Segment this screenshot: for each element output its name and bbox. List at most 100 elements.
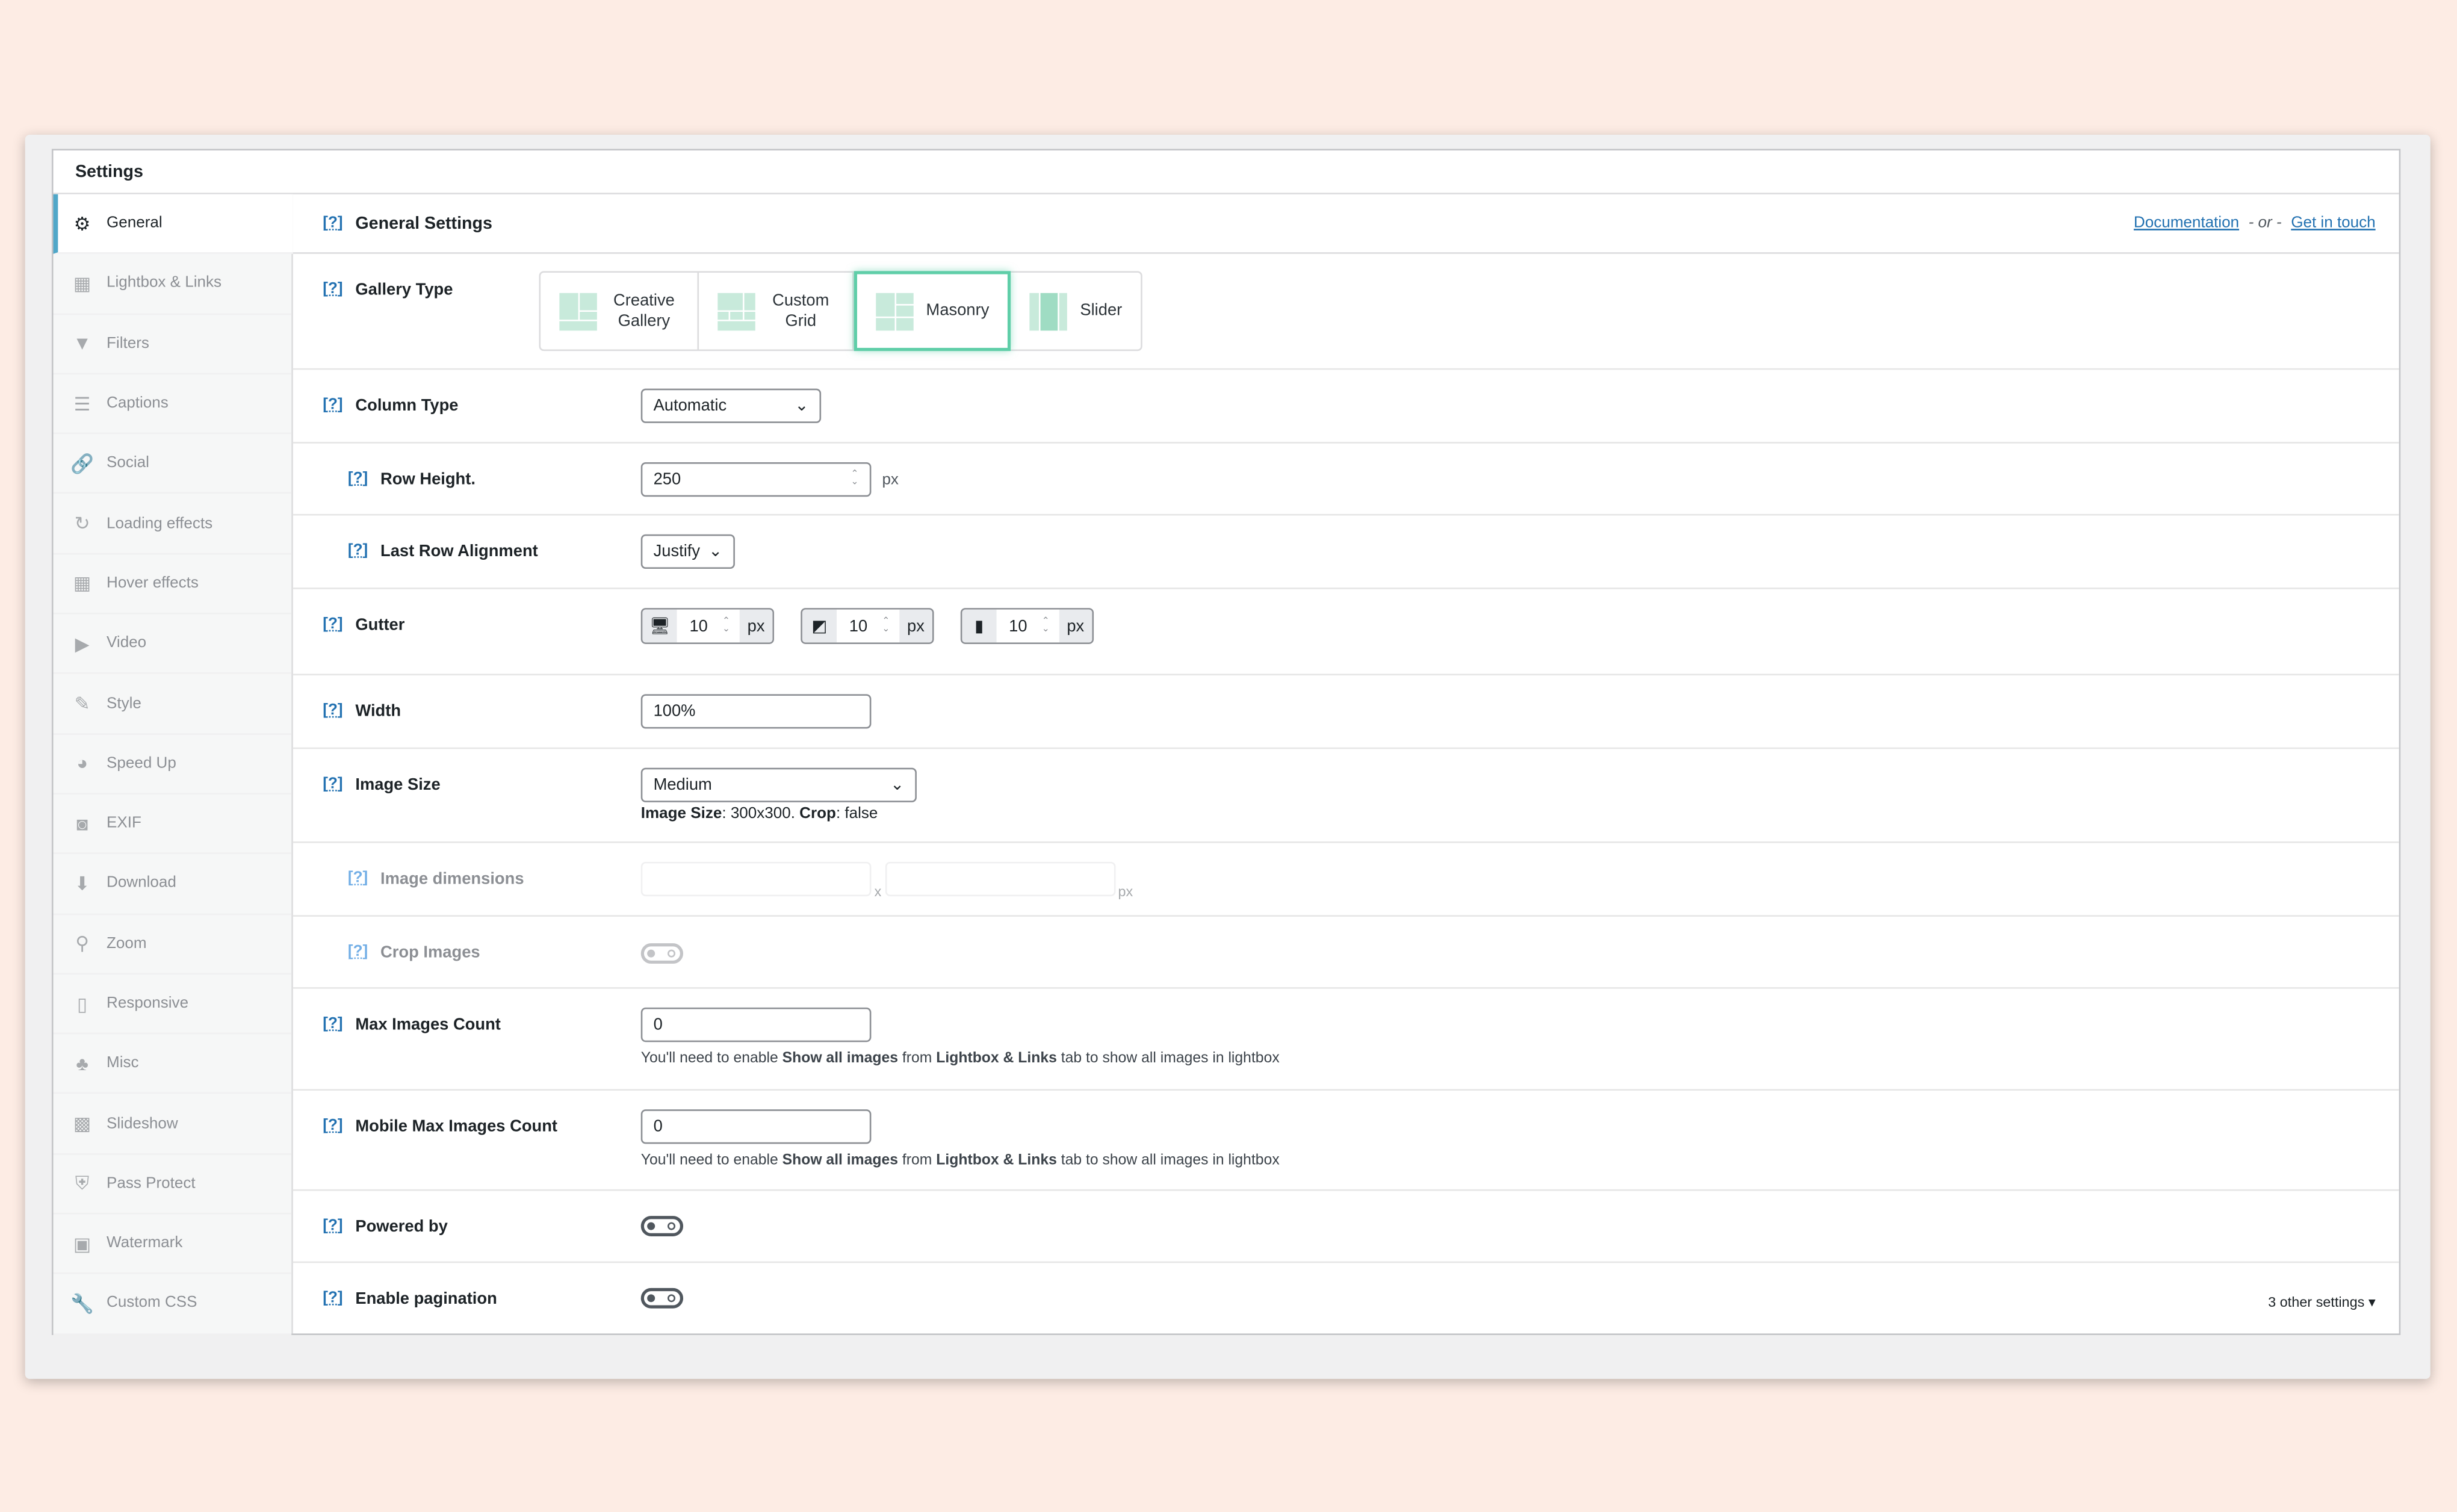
help-link[interactable]: [?] bbox=[323, 1218, 342, 1236]
option-label: Custom Grid bbox=[772, 290, 829, 330]
gutter-desktop-input[interactable]: 10 ⌃ ⌄ bbox=[677, 609, 740, 643]
help-link[interactable]: [?] bbox=[323, 280, 342, 299]
header-links: Documentation - or - Get in touch bbox=[2134, 215, 2376, 232]
pagination-toggle[interactable] bbox=[640, 1287, 684, 1309]
shield-icon: ⛨ bbox=[75, 1171, 90, 1194]
other-settings-toggle[interactable]: 3 other settings ▾ bbox=[2268, 1294, 2375, 1312]
sidebar-item-video[interactable]: ▶ Video bbox=[53, 615, 292, 675]
wrench-icon: 🔧 bbox=[70, 1292, 94, 1315]
row-crop-images: [?] Crop Images bbox=[293, 917, 2399, 989]
sidebar-item-label: Style bbox=[107, 695, 141, 713]
image-width-input[interactable] bbox=[640, 861, 872, 897]
select-value: Justify bbox=[653, 542, 701, 561]
gutter-tablet-input[interactable]: 10 ⌃ ⌄ bbox=[836, 609, 900, 643]
crop-images-toggle[interactable] bbox=[640, 943, 684, 964]
field-label: Mobile Max Images Count bbox=[355, 1117, 558, 1136]
help-link[interactable]: [?] bbox=[348, 470, 368, 489]
sidebar-item-style[interactable]: ✎ Style bbox=[53, 674, 292, 735]
sidebar-item-download[interactable]: ⬇ Download bbox=[53, 854, 292, 915]
sidebar-item-slideshow[interactable]: ▩ Slideshow bbox=[53, 1094, 292, 1154]
input-value: 250 bbox=[653, 469, 681, 489]
help-link[interactable]: [?] bbox=[348, 870, 368, 888]
captions-icon: ☰ bbox=[73, 392, 91, 415]
help-link[interactable]: [?] bbox=[348, 542, 368, 561]
unit-label: px bbox=[899, 609, 932, 643]
last-row-select[interactable]: Justify ⌄ bbox=[640, 534, 735, 569]
help-link[interactable]: [?] bbox=[323, 1117, 342, 1136]
sidebar-item-loading-effects[interactable]: ↻ Loading effects bbox=[53, 494, 292, 554]
max-images-input[interactable]: 0 bbox=[640, 1007, 872, 1043]
sidebar-item-label: General bbox=[107, 215, 163, 232]
row-mobile-max-images: [?] Mobile Max Images Count 0 You'll need… bbox=[293, 1091, 2399, 1191]
sidebar-item-social[interactable]: 🔗 Social bbox=[53, 435, 292, 495]
sidebar-item-responsive[interactable]: ▯ Responsive bbox=[53, 974, 292, 1035]
option-label: Creative Gallery bbox=[613, 290, 675, 330]
gallery-option-creative[interactable]: Creative Gallery bbox=[541, 272, 699, 350]
gallery-option-custom-grid[interactable]: Custom Grid bbox=[699, 272, 854, 350]
sidebar-item-label: Custom CSS bbox=[107, 1295, 197, 1313]
help-link[interactable]: [?] bbox=[323, 616, 342, 634]
settings-panel: Settings ⚙ General ▦ Lightbox & Links ▼ Filte… bbox=[51, 149, 2401, 1336]
download-icon: ⬇ bbox=[74, 872, 90, 895]
gallery-option-masonry[interactable]: Masonry bbox=[854, 271, 1011, 352]
image-height-input[interactable] bbox=[884, 861, 1115, 897]
spinner-icon[interactable]: ⌃ ⌄ bbox=[851, 470, 859, 488]
row-width: [?] Width 100% bbox=[293, 675, 2399, 749]
row-height-input[interactable]: 250 ⌃ ⌄ bbox=[640, 462, 872, 497]
help-link[interactable]: [?] bbox=[348, 943, 368, 962]
chevron-down-icon: ⌄ bbox=[795, 396, 809, 415]
documentation-link[interactable]: Documentation bbox=[2134, 215, 2239, 232]
sidebar-item-lightbox-links[interactable]: ▦ Lightbox & Links bbox=[53, 255, 292, 315]
sidebar-item-label: Slideshow bbox=[107, 1115, 178, 1133]
powered-by-toggle[interactable] bbox=[640, 1216, 684, 1237]
tablet-icon: ◩ bbox=[802, 609, 837, 643]
sidebar-item-label: Download bbox=[107, 875, 176, 893]
field-label: Image Size bbox=[355, 775, 441, 795]
sidebar-item-watermark[interactable]: ▣ Watermark bbox=[53, 1215, 292, 1275]
get-in-touch-link[interactable]: Get in touch bbox=[2291, 215, 2375, 232]
help-link[interactable]: [?] bbox=[323, 215, 342, 232]
slider-icon bbox=[1030, 292, 1068, 330]
image-size-select[interactable]: Medium ⌄ bbox=[640, 767, 917, 802]
gutter-mobile-input[interactable]: 10 ⌃ ⌄ bbox=[996, 609, 1059, 643]
row-last-row-alignment: [?] Last Row Alignment Justify ⌄ bbox=[293, 515, 2399, 589]
gutter-mobile: ▮ 10 ⌃ ⌄ px bbox=[960, 608, 1094, 644]
row-powered-by: [?] Powered by bbox=[293, 1191, 2399, 1263]
sidebar-item-exif[interactable]: ◙ EXIF bbox=[53, 795, 292, 855]
help-link[interactable]: [?] bbox=[323, 1290, 342, 1309]
field-label: Column Type bbox=[355, 396, 459, 415]
field-label: Max Images Count bbox=[355, 1015, 501, 1035]
main-content: [?] General Settings Documentation - or -… bbox=[293, 194, 2399, 1334]
panel-title: Settings bbox=[53, 150, 2399, 194]
custom-grid-icon bbox=[717, 292, 755, 330]
sidebar-item-misc[interactable]: ♣ Misc bbox=[53, 1035, 292, 1095]
sidebar-item-speed-up[interactable]: ◕ Speed Up bbox=[53, 734, 292, 795]
gallery-option-slider[interactable]: Slider bbox=[1011, 273, 1141, 350]
sidebar-item-custom-css[interactable]: 🔧 Custom CSS bbox=[53, 1274, 292, 1335]
sidebar-item-label: Video bbox=[107, 634, 147, 652]
select-value: Automatic bbox=[653, 396, 727, 415]
field-label: Enable pagination bbox=[355, 1289, 497, 1309]
sidebar-item-captions[interactable]: ☰ Captions bbox=[53, 374, 292, 435]
search-icon: ⚲ bbox=[75, 932, 90, 955]
sidebar-item-zoom[interactable]: ⚲ Zoom bbox=[53, 914, 292, 974]
help-link[interactable]: [?] bbox=[323, 397, 342, 415]
width-input[interactable]: 100% bbox=[640, 694, 872, 729]
help-link[interactable]: [?] bbox=[323, 1015, 342, 1034]
option-label: Slider bbox=[1080, 300, 1123, 320]
sidebar-item-pass-protect[interactable]: ⛨ Pass Protect bbox=[53, 1154, 292, 1215]
sidebar-item-filters[interactable]: ▼ Filters bbox=[53, 314, 292, 374]
option-label: Masonry bbox=[926, 300, 990, 320]
sidebar-item-general[interactable]: ⚙ General bbox=[53, 194, 293, 255]
help-link[interactable]: [?] bbox=[323, 776, 342, 795]
mobile-max-images-input[interactable]: 0 bbox=[640, 1109, 872, 1144]
help-link[interactable]: [?] bbox=[323, 702, 342, 720]
creative-gallery-icon bbox=[559, 292, 597, 330]
row-gallery-type: [?] Gallery Type Creative Gallery Custom … bbox=[293, 254, 2399, 370]
column-type-select[interactable]: Automatic ⌄ bbox=[640, 388, 822, 423]
row-max-images: [?] Max Images Count 0 You'll need to ena… bbox=[293, 989, 2399, 1091]
sidebar-item-label: Speed Up bbox=[107, 755, 176, 772]
masonry-icon bbox=[876, 292, 914, 330]
section-header: [?] General Settings Documentation - or -… bbox=[293, 194, 2399, 254]
sidebar-item-hover-effects[interactable]: ▦ Hover effects bbox=[53, 554, 292, 615]
